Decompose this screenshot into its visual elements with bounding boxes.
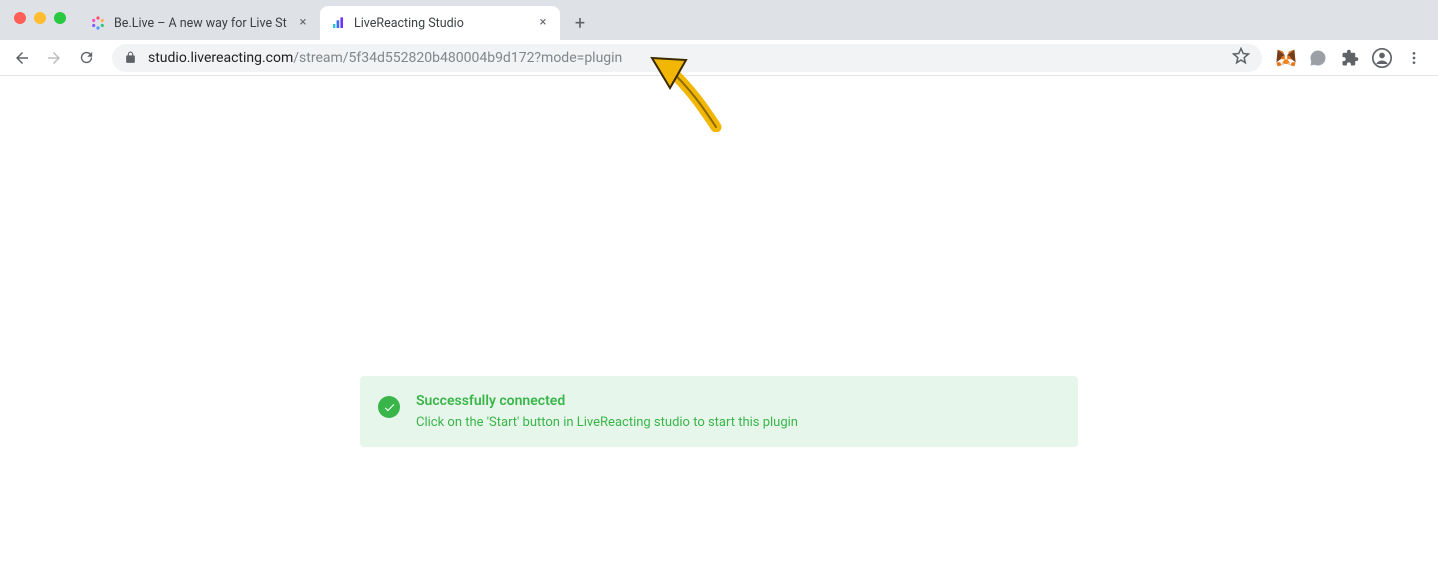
- reload-button[interactable]: [72, 44, 100, 72]
- window-close-icon[interactable]: [14, 12, 26, 24]
- belive-favicon-icon: [90, 15, 106, 31]
- tab-close-icon[interactable]: ×: [296, 16, 310, 30]
- browser-toolbar: studio.livereacting.com/stream/5f34d5528…: [0, 40, 1438, 76]
- reload-icon: [78, 49, 95, 66]
- success-check-icon: [378, 396, 400, 418]
- window-traffic-lights: [14, 12, 66, 24]
- window-minimize-icon[interactable]: [34, 12, 46, 24]
- page-content: Successfully connected Click on the 'Sta…: [0, 76, 1438, 581]
- url-host: studio.livereacting.com: [148, 50, 293, 66]
- forward-arrow-icon: [45, 49, 63, 67]
- url-path: /stream/5f34d552820b480004b9d172?mode=pl…: [293, 50, 622, 66]
- url-text: studio.livereacting.com/stream/5f34d5528…: [148, 50, 622, 66]
- tabs-row: Be.Live – A new way for Live St × LiveRe…: [80, 0, 594, 40]
- livereacting-favicon-icon: [330, 15, 346, 31]
- profile-avatar-icon[interactable]: [1372, 48, 1392, 68]
- extensions-puzzle-icon[interactable]: [1340, 48, 1360, 68]
- browser-menu-icon[interactable]: [1404, 48, 1424, 68]
- back-button[interactable]: [8, 44, 36, 72]
- tab-title: Be.Live – A new way for Live St: [114, 16, 290, 31]
- toolbar-action-icons: [1274, 48, 1430, 68]
- status-card: Successfully connected Click on the 'Sta…: [360, 376, 1078, 447]
- tab-title: LiveReacting Studio: [354, 16, 530, 31]
- address-bar[interactable]: studio.livereacting.com/stream/5f34d5528…: [112, 44, 1262, 72]
- tab-livereacting[interactable]: LiveReacting Studio ×: [320, 6, 560, 40]
- lock-icon: [124, 51, 138, 65]
- status-title: Successfully connected: [416, 393, 1058, 409]
- tab-close-icon[interactable]: ×: [536, 16, 550, 30]
- bookmark-star-icon[interactable]: [1232, 47, 1250, 69]
- browser-tab-strip: Be.Live – A new way for Live St × LiveRe…: [0, 0, 1438, 40]
- status-subtitle: Click on the 'Start' button in LiveReact…: [416, 415, 1058, 430]
- chat-extension-icon[interactable]: [1308, 48, 1328, 68]
- tab-belive[interactable]: Be.Live – A new way for Live St ×: [80, 6, 320, 40]
- new-tab-button[interactable]: +: [566, 9, 594, 37]
- back-arrow-icon: [13, 49, 31, 67]
- window-zoom-icon[interactable]: [54, 12, 66, 24]
- plus-icon: +: [575, 13, 585, 34]
- forward-button: [40, 44, 68, 72]
- metamask-extension-icon[interactable]: [1276, 48, 1296, 68]
